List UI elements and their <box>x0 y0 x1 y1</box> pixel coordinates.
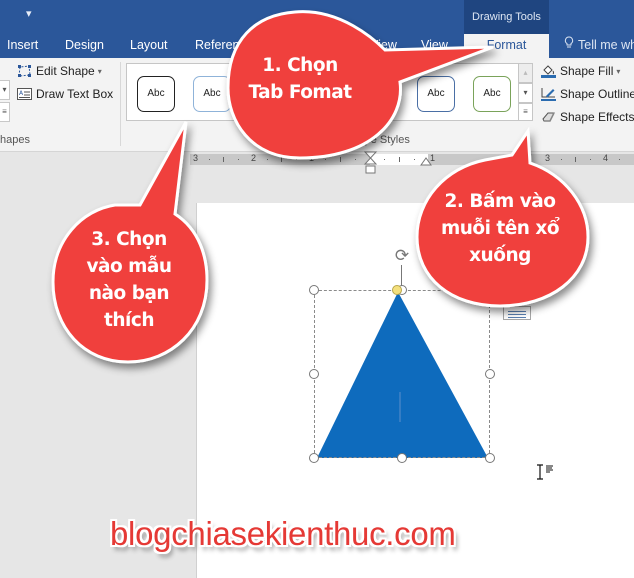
resize-handle-bottom-left[interactable] <box>309 453 319 463</box>
callout-step-3-text: 3. Chọn vào mẫu nào bạn thích <box>86 229 172 331</box>
resize-handle-top-left[interactable] <box>309 285 319 295</box>
rotate-handle-stem <box>401 265 402 287</box>
callout-step-1-text: 1. Chọn Tab Fomat <box>248 55 352 103</box>
rotate-handle-icon[interactable]: ⟳ <box>393 247 411 265</box>
selection-frame <box>314 290 490 458</box>
resize-handle-bottom-right[interactable] <box>485 453 495 463</box>
word-window: ▾︎ Drawing Tools Insert Design Layout Re… <box>0 0 634 578</box>
resize-handle-top-right[interactable] <box>485 285 495 295</box>
adjust-handle[interactable] <box>392 285 402 295</box>
callout-step-2-text: 2. Bấm vào muỗi tên xổ xuống <box>440 191 560 266</box>
watermark: blogchiasekienthuc.com <box>110 515 456 552</box>
resize-handle-left[interactable] <box>309 369 319 379</box>
layout-options-icon[interactable] <box>503 306 531 320</box>
resize-handle-bottom[interactable] <box>397 453 407 463</box>
resize-handle-right[interactable] <box>485 369 495 379</box>
i-beam-cursor-icon <box>537 464 553 480</box>
